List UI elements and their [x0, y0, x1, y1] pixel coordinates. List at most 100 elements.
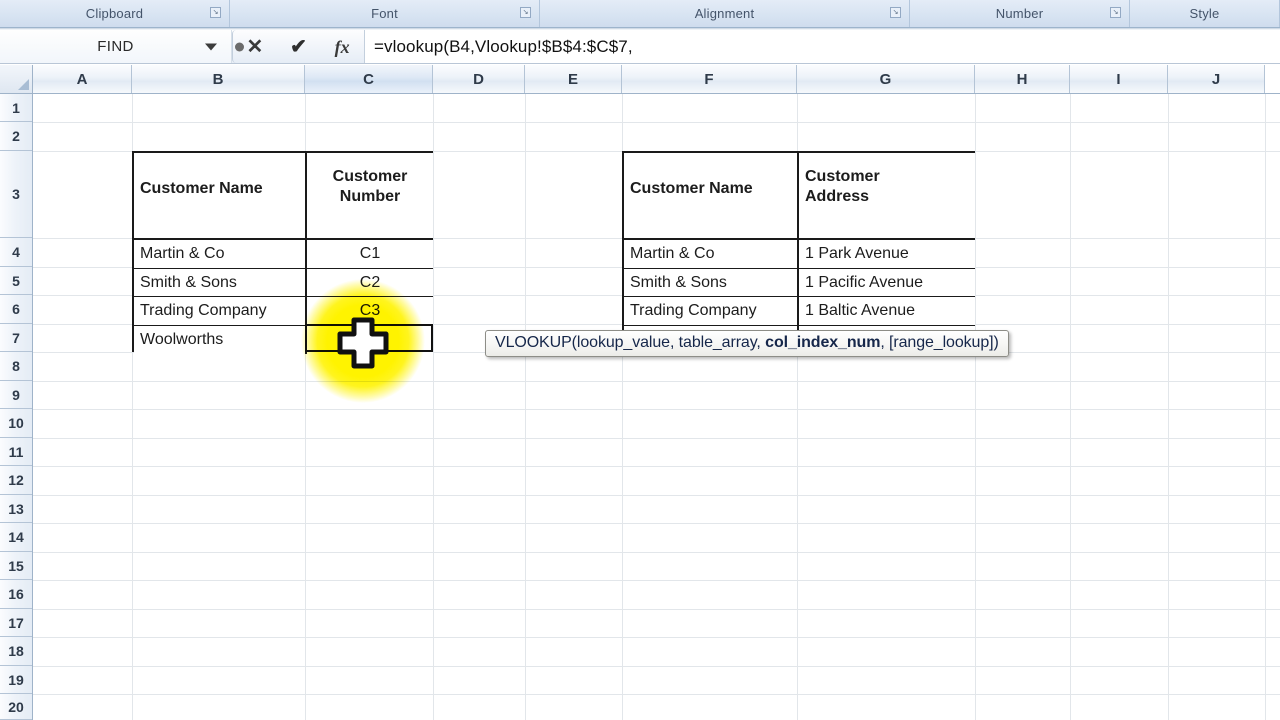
name-box-value: FIND — [97, 38, 134, 55]
row-header-10[interactable]: 10 — [0, 409, 32, 438]
ribbon-group-label: Number — [996, 6, 1043, 21]
tooltip-prefix: VLOOKUP(lookup_value, table_array, — [495, 334, 765, 351]
gridline-vertical — [1265, 94, 1266, 720]
ribbon-group-number[interactable]: Number ↘ — [910, 0, 1130, 27]
excel-window: Clipboard↘Font↘Alignment↘Number↘Style FI… — [0, 0, 1280, 720]
column-header-d[interactable]: D — [433, 65, 525, 93]
address-cell-name-1[interactable]: Martin & Co — [624, 240, 799, 269]
address-cell-address-3[interactable]: 1 Baltic Avenue — [799, 297, 975, 326]
row-header-14[interactable]: 14 — [0, 523, 32, 552]
ribbon: Clipboard↘ Font ↘ Alignment ↘ Number ↘ Style — [0, 0, 1280, 28]
lookup-cell-number-1[interactable]: C1 — [307, 240, 433, 269]
tooltip-suffix: , [range_lookup]) — [880, 334, 998, 351]
column-header-a[interactable]: A — [33, 65, 132, 93]
gridline-horizontal — [33, 552, 1280, 553]
lookup-cell-name-2[interactable]: Smith & Sons — [134, 269, 307, 297]
address-header-address[interactable]: CustomerAddress — [799, 153, 975, 240]
address-header-address-line1: Customer — [805, 167, 969, 187]
cancel-formula-button[interactable]: ✕ — [240, 34, 270, 60]
ribbon-group-clipboard[interactable]: Clipboard↘ — [0, 0, 230, 27]
tooltip-emphasis: col_index_num — [765, 334, 880, 351]
column-headers: ABCDEFGHIJ — [33, 65, 1280, 94]
ribbon-group-label: Style — [1190, 6, 1220, 21]
gridline-vertical — [525, 94, 526, 720]
row-header-5[interactable]: 5 — [0, 267, 32, 295]
row-header-20[interactable]: 20 — [0, 694, 32, 720]
formula-bar: FIND ✕ ✔ fx =vlookup(B4,Vlookup!$B$4:$C$… — [0, 30, 1280, 64]
dialog-launcher-icon[interactable]: ↘ — [890, 7, 901, 18]
dialog-launcher-icon[interactable]: ↘ — [520, 7, 531, 18]
gridline-horizontal — [33, 438, 1280, 439]
row-header-3[interactable]: 3 — [0, 151, 32, 238]
lookup-header-name[interactable]: Customer Name — [134, 153, 307, 240]
row-header-16[interactable]: 16 — [0, 580, 32, 609]
row-header-13[interactable]: 13 — [0, 495, 32, 523]
ribbon-group-alignment[interactable]: Alignment ↘ — [540, 0, 910, 27]
ribbon-group-list: Clipboard↘ Font ↘ Alignment ↘ Number ↘ Style — [0, 0, 1280, 28]
gridline-horizontal — [33, 466, 1280, 467]
column-header-h[interactable]: H — [975, 65, 1070, 93]
address-cell-address-2[interactable]: 1 Pacific Avenue — [799, 269, 975, 297]
row-header-11[interactable]: 11 — [0, 438, 32, 466]
cell-area[interactable]: Customer NameCustomerNumberMartin & CoC1… — [33, 94, 1280, 720]
address-cell-address-1[interactable]: 1 Park Avenue — [799, 240, 975, 269]
row-header-12[interactable]: 12 — [0, 466, 32, 495]
ribbon-group-style[interactable]: Style — [1130, 0, 1280, 27]
insert-function-icon[interactable]: fx — [327, 34, 357, 60]
address-cell-name-3[interactable]: Trading Company — [624, 297, 799, 326]
row-headers: 1234567891011121314151617181920 — [0, 94, 33, 720]
name-box[interactable]: FIND — [0, 30, 232, 63]
gridline-horizontal — [33, 122, 1280, 123]
enter-formula-button[interactable]: ✔ — [283, 34, 313, 60]
row-header-17[interactable]: 17 — [0, 609, 32, 637]
row-header-6[interactable]: 6 — [0, 295, 32, 324]
column-header-c[interactable]: C — [305, 65, 433, 93]
ribbon-group-font[interactable]: Font ↘ — [230, 0, 540, 27]
column-header-g[interactable]: G — [797, 65, 975, 93]
row-header-15[interactable]: 15 — [0, 552, 32, 580]
lookup-header-number-line2: Number — [313, 187, 427, 207]
column-header-j[interactable]: J — [1168, 65, 1265, 93]
gridline-horizontal — [33, 409, 1280, 410]
lookup-cell-name-3[interactable]: Trading Company — [134, 297, 307, 326]
column-header-b[interactable]: B — [132, 65, 305, 93]
column-header-i[interactable]: I — [1070, 65, 1168, 93]
formula-bar-buttons: ✕ ✔ fx — [232, 30, 365, 63]
ribbon-group-label: Font — [371, 6, 398, 21]
gridline-horizontal — [33, 580, 1280, 581]
row-header-9[interactable]: 9 — [0, 381, 32, 409]
select-all-corner-icon[interactable] — [0, 65, 33, 94]
lookup-cell-number-2[interactable]: C2 — [307, 269, 433, 297]
gridline-horizontal — [33, 381, 1280, 382]
gridline-vertical — [1070, 94, 1071, 720]
formula-bar-handle — [235, 42, 244, 51]
lookup-cell-name-4[interactable]: Woolworths — [134, 326, 307, 354]
dialog-launcher-icon[interactable]: ↘ — [1110, 7, 1121, 18]
gridline-horizontal — [33, 609, 1280, 610]
row-header-18[interactable]: 18 — [0, 637, 32, 666]
lookup-cell-name-1[interactable]: Martin & Co — [134, 240, 307, 269]
lookup-header-number-line1: Customer — [313, 167, 427, 187]
gridline-horizontal — [33, 637, 1280, 638]
dialog-launcher-icon[interactable]: ↘ — [210, 7, 221, 18]
address-header-name[interactable]: Customer Name — [624, 153, 799, 240]
row-header-2[interactable]: 2 — [0, 122, 32, 151]
gridline-horizontal — [33, 694, 1280, 695]
address-header-address-line2: Address — [805, 187, 969, 207]
column-header-e[interactable]: E — [525, 65, 622, 93]
column-header-f[interactable]: F — [622, 65, 797, 93]
lookup-header-number[interactable]: CustomerNumber — [307, 153, 433, 240]
row-header-8[interactable]: 8 — [0, 352, 32, 381]
chevron-down-icon[interactable] — [205, 43, 217, 50]
gridline-horizontal — [33, 495, 1280, 496]
row-header-19[interactable]: 19 — [0, 666, 32, 694]
row-header-1[interactable]: 1 — [0, 94, 32, 122]
row-header-7[interactable]: 7 — [0, 324, 32, 352]
formula-input[interactable]: =vlookup(B4,Vlookup!$B$4:$C$7, — [365, 30, 1280, 63]
lookup-cell-number-4[interactable] — [307, 326, 433, 354]
ribbon-group-label: Alignment — [695, 6, 755, 21]
row-header-4[interactable]: 4 — [0, 238, 32, 267]
lookup-cell-number-3[interactable]: C3 — [307, 297, 433, 326]
address-cell-name-2[interactable]: Smith & Sons — [624, 269, 799, 297]
gridline-horizontal — [33, 666, 1280, 667]
